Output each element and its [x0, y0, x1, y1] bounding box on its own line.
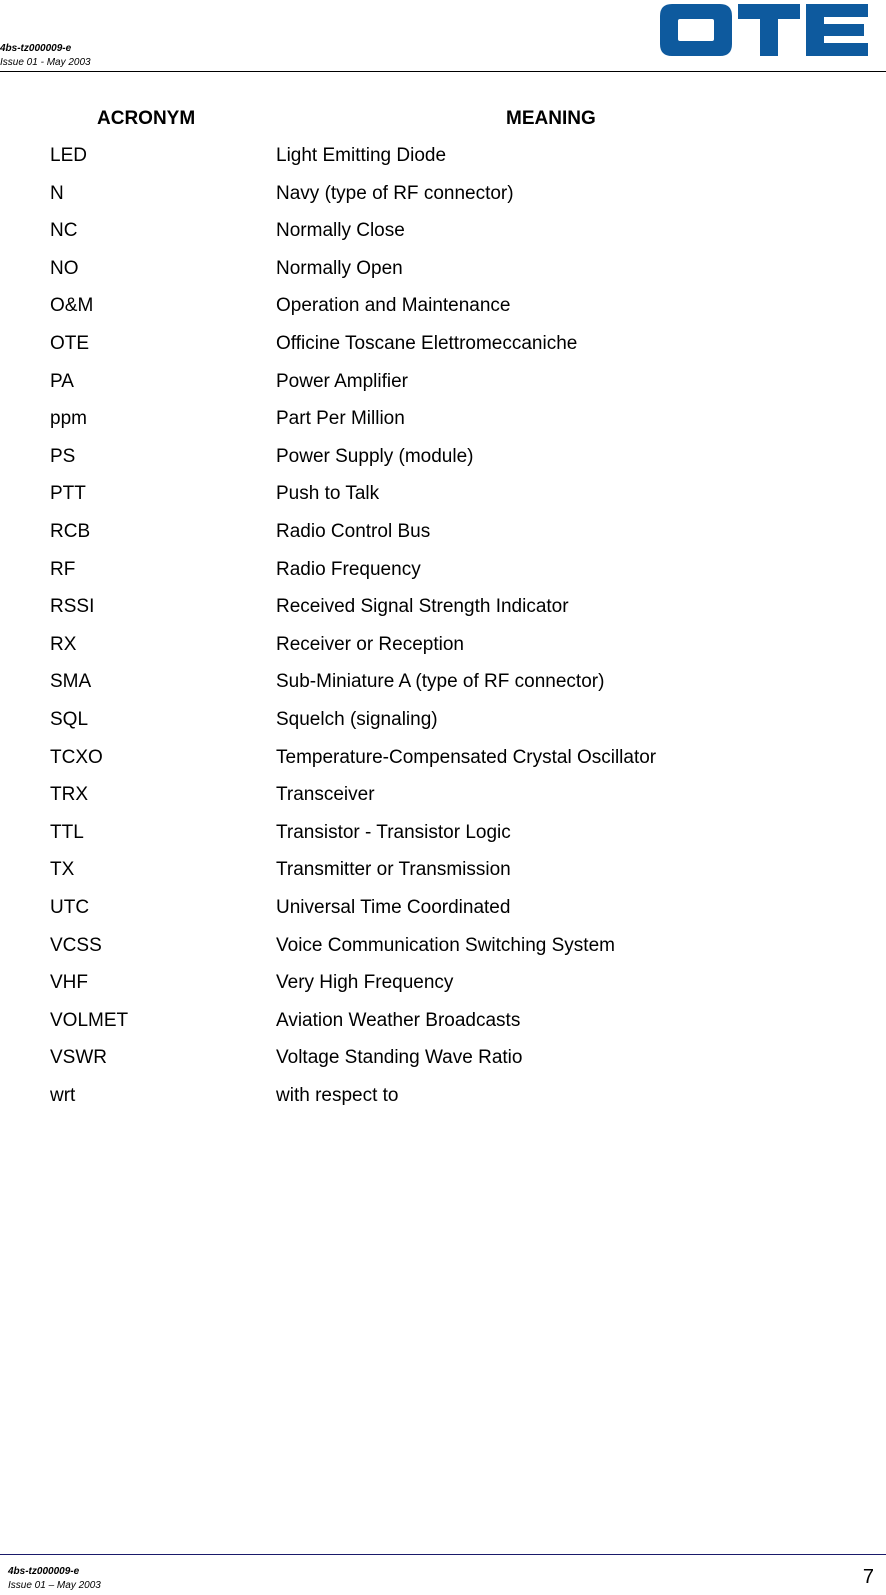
- acronym-cell: OTE: [50, 333, 90, 354]
- meaning-cell: Voice Communication Switching System: [276, 934, 615, 956]
- meaning-cell: Operation and Maintenance: [276, 295, 511, 317]
- meaning-cell: Sub-Miniature A (type of RF connector): [276, 671, 605, 693]
- meaning-cell: Temperature-Compensated Crystal Oscillat…: [276, 746, 657, 768]
- footer-divider: [0, 1554, 886, 1555]
- table-row: TCXO Temperature-Compensated Crystal Osci…: [0, 747, 886, 785]
- acronym-cell: SMA: [50, 671, 92, 693]
- acronym-cell: RX: [50, 633, 77, 655]
- acronym-cell: VSWR: [50, 1047, 107, 1069]
- meaning-cell: Transceiver: [276, 784, 375, 806]
- table-row: VHF Very High Frequency: [0, 972, 886, 1010]
- table-row: LED Light Emitting Diode: [0, 145, 886, 183]
- acronym-cell: TCXO: [50, 746, 103, 768]
- meaning-cell: Receiver or Reception: [276, 633, 464, 655]
- logo-letters: [660, 4, 868, 56]
- acronym-cell: PA: [50, 370, 74, 392]
- column-header-acronym: ACRONYM: [97, 108, 196, 129]
- meaning-cell: Normally Open: [276, 257, 403, 279]
- meaning-cell: Transistor - Transistor Logic: [276, 821, 511, 843]
- footer-doc-code: 4bs-tz000009-e: [8, 1566, 80, 1577]
- meaning-cell: Universal Time Coordinated: [276, 897, 511, 918]
- header-doc-code: 4bs-tz000009-e: [0, 43, 72, 54]
- table-row: OTE Officine Toscane Elettromeccaniche: [0, 333, 886, 371]
- acronym-cell: NC: [50, 220, 78, 242]
- table-row: wrt with respect to: [0, 1085, 886, 1123]
- meaning-cell: with respect to: [276, 1085, 399, 1106]
- meaning-cell: Received Signal Strength Indicator: [276, 596, 569, 618]
- table-row: O&M Operation and Maintenance: [0, 295, 886, 333]
- meaning-cell: Radio Control Bus: [276, 521, 431, 542]
- acronym-cell: NO: [50, 257, 79, 279]
- acronym-cell: PS: [50, 445, 76, 467]
- meaning-cell: Light Emitting Diode: [276, 145, 447, 166]
- page-number: 7: [862, 1566, 874, 1588]
- table-row: PA Power Amplifier: [0, 371, 886, 409]
- acronym-cell: TRX: [50, 784, 88, 806]
- column-header-meaning: MEANING: [506, 108, 596, 129]
- table-row: VSWR Voltage Standing Wave Ratio: [0, 1047, 886, 1085]
- acronym-cell: TX: [50, 859, 75, 881]
- table-row: UTC Universal Time Coordinated: [0, 897, 886, 935]
- logo-letter-t: [738, 4, 800, 56]
- acronym-cell: LED: [50, 145, 87, 166]
- table-row: NC Normally Close: [0, 220, 886, 258]
- table-row: TRX Transceiver: [0, 784, 886, 822]
- acronym-cell: PTT: [50, 483, 86, 505]
- header-issue: Issue 01 - May 2003: [0, 57, 91, 68]
- meaning-cell: Navy (type of RF connector): [276, 182, 514, 204]
- meaning-cell: Officine Toscane Elettromeccaniche: [276, 333, 578, 354]
- table-row: RX Receiver or Reception: [0, 634, 886, 672]
- meaning-cell: Normally Close: [276, 220, 405, 242]
- acronym-cell: RSSI: [50, 596, 95, 618]
- acronym-cell: ppm: [50, 408, 87, 430]
- meaning-cell: Power Amplifier: [276, 370, 408, 392]
- meaning-cell: Voltage Standing Wave Ratio: [276, 1047, 523, 1069]
- table-row: TX Transmitter or Transmission: [0, 859, 886, 897]
- table-row: SMA Sub-Miniature A (type of RF connector…: [0, 671, 886, 709]
- header-divider: [0, 71, 886, 72]
- table-row: RF Radio Frequency: [0, 559, 886, 597]
- table-row: VCSS Voice Communication Switching System: [0, 935, 886, 973]
- logo-letter-e: [806, 4, 868, 56]
- logo-letter-o: [660, 4, 732, 56]
- meaning-cell: Part Per Million: [276, 408, 405, 430]
- table-row: PTT Push to Talk: [0, 483, 886, 521]
- meaning-cell: Squelch (signaling): [276, 709, 438, 730]
- table-row: SQL Squelch (signaling): [0, 709, 886, 747]
- acronym-cell: wrt: [50, 1085, 76, 1106]
- acronym-cell: SQL: [50, 709, 89, 730]
- acronym-cell: RF: [50, 558, 76, 580]
- table-row: VOLMET Aviation Weather Broadcasts: [0, 1010, 886, 1048]
- acronym-cell: VOLMET: [50, 1009, 129, 1031]
- table-row: NO Normally Open: [0, 258, 886, 296]
- acronym-cell: RCB: [50, 521, 91, 542]
- meaning-cell: Transmitter or Transmission: [276, 859, 511, 881]
- acronym-cell: VCSS: [50, 934, 102, 956]
- table-row: RCB Radio Control Bus: [0, 521, 886, 559]
- meaning-cell: Radio Frequency: [276, 558, 421, 580]
- meaning-cell: Very High Frequency: [276, 972, 454, 994]
- table-row: RSSI Received Signal Strength Indicator: [0, 596, 886, 634]
- table-row: ppm Part Per Million: [0, 408, 886, 446]
- acronym-cell: VHF: [50, 972, 88, 994]
- ote-logo: [660, 4, 868, 56]
- acronym-cell: UTC: [50, 897, 90, 918]
- table-row: TTL Transistor - Transistor Logic: [0, 822, 886, 860]
- meaning-cell: Aviation Weather Broadcasts: [276, 1009, 521, 1031]
- meaning-cell: Push to Talk: [276, 483, 380, 505]
- acronym-cell: N: [50, 182, 64, 204]
- footer-issue: Issue 01 – May 2003: [8, 1580, 101, 1591]
- table-row: PS Power Supply (module): [0, 446, 886, 484]
- table-row: N Navy (type of RF connector): [0, 183, 886, 221]
- acronym-cell: O&M: [50, 295, 94, 317]
- meaning-cell: Power Supply (module): [276, 445, 474, 467]
- acronym-cell: TTL: [50, 821, 84, 843]
